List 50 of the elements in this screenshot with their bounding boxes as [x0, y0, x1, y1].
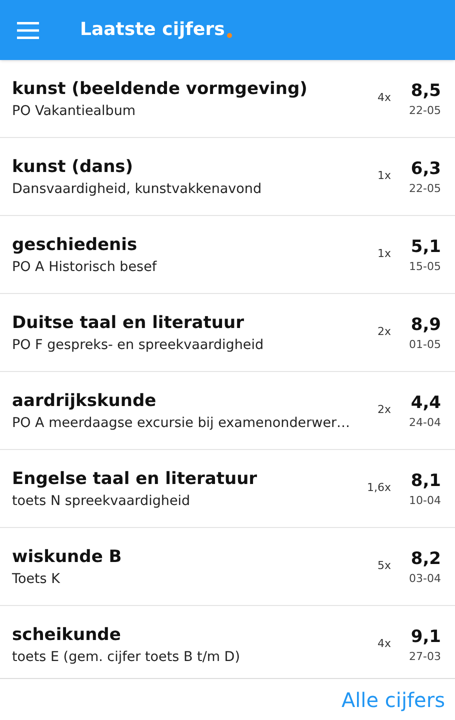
subject-name: geschiedenis: [12, 234, 138, 256]
grade-weight: 1x: [376, 246, 391, 262]
grade-date: 27-03: [409, 648, 441, 664]
grade-value: 8,2: [410, 548, 441, 570]
grade-date: 03-04: [409, 570, 441, 586]
app-title: Laatste cijfers: [80, 21, 225, 39]
grade-row[interactable]: wiskunde B Toets K 5x 8,2 03-04: [0, 528, 455, 606]
subject-name: kunst (dans): [12, 156, 134, 178]
grade-date: 10-04: [409, 492, 441, 508]
grade-description: toets E (gem. cijfer toets B t/m D): [12, 648, 241, 666]
subject-name: kunst (beeldende vormgeving): [12, 78, 308, 100]
grade-weight: 5x: [376, 558, 391, 574]
grade-value: 9,1: [410, 626, 441, 648]
grade-value: 8,5: [410, 80, 441, 102]
grade-weight: 4x: [376, 90, 391, 106]
subject-name: Duitse taal en literatuur: [12, 312, 245, 334]
grade-value: 5,1: [410, 236, 441, 258]
grade-row[interactable]: aardrijkskunde PO A meerdaagse excursie bij examenonderwer… 2x 4,4 24-04: [0, 372, 455, 450]
grade-weight: 2x: [376, 402, 391, 418]
grade-row[interactable]: kunst (beeldende vormgeving) PO Vakantiealbum 4x 8,5 22-05: [0, 60, 455, 138]
grade-row[interactable]: kunst (dans) Dansvaardigheid, kunstvakkenavond 1x 6,3 22-05: [0, 138, 455, 216]
grade-value: 6,3: [410, 158, 441, 180]
grade-description: PO A meerdaagse excursie bij examenonderwer…: [12, 414, 352, 432]
subject-name: Engelse taal en literatuur: [12, 468, 258, 490]
grade-weight: 1,6x: [366, 480, 391, 496]
grade-value: 8,1: [410, 470, 441, 492]
grade-date: 24-04: [409, 414, 441, 430]
grade-weight: 2x: [376, 324, 391, 340]
subject-name: scheikunde: [12, 624, 122, 646]
grade-description: Dansvaardigheid, kunstvakkenavond: [12, 180, 263, 198]
grade-date: 01-05: [409, 336, 441, 352]
subject-name: aardrijkskunde: [12, 390, 158, 412]
grade-row[interactable]: scheikunde toets E (gem. cijfer toets B t/m D) 4x 9,1 27-03: [0, 606, 455, 678]
grade-value: 4,4: [410, 392, 441, 414]
grade-row[interactable]: Engelse taal en literatuur toets N spreekvaardigheid 1,6x 8,1 10-04: [0, 450, 455, 528]
grade-description: toets N spreekvaardigheid: [12, 492, 192, 510]
grade-description: PO F gespreks- en spreekvaardigheid: [12, 336, 265, 354]
grade-date: 22-05: [409, 102, 441, 118]
grade-description: PO A Historisch besef: [12, 258, 158, 276]
subject-name: wiskunde B: [12, 546, 123, 568]
grade-row[interactable]: geschiedenis PO A Historisch besef 1x 5,1 15-05: [0, 216, 455, 294]
grade-description: PO Vakantiealbum: [12, 102, 137, 120]
grade-date: 22-05: [409, 180, 441, 196]
grade-date: 15-05: [409, 258, 441, 274]
menu-icon: [17, 22, 39, 38]
grade-value: 8,9: [410, 314, 441, 336]
grade-weight: 4x: [376, 636, 391, 652]
grade-row[interactable]: Duitse taal en literatuur PO F gespreks- en spreekvaardigheid 2x 8,9 01-05: [0, 294, 455, 372]
grade-description: Toets K: [12, 570, 61, 588]
grade-weight: 1x: [376, 168, 391, 184]
